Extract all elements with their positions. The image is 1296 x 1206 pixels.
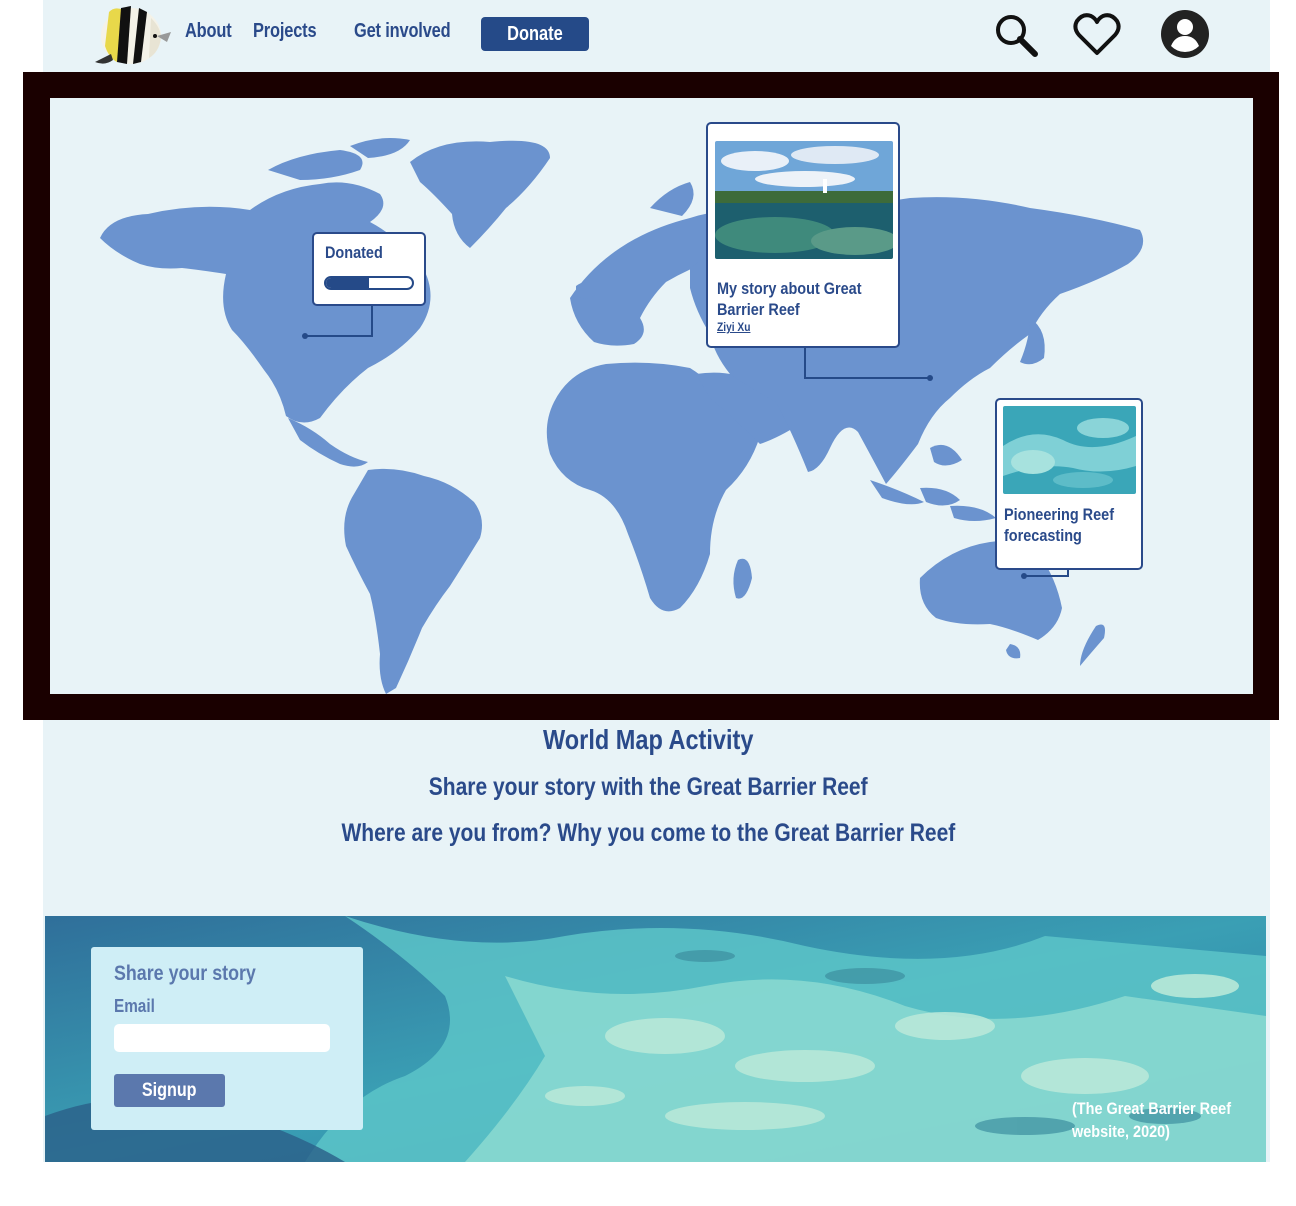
story-author-link[interactable]: Ziyi Xu <box>717 320 750 334</box>
page-title: World Map Activity <box>0 724 1296 756</box>
signup-button-label: Signup <box>142 1079 197 1101</box>
image-credit: (The Great Barrier Reef website, 2020) <box>1072 1099 1232 1141</box>
story-popup[interactable]: My story about Great Barrier Reef Ziyi X… <box>706 122 900 348</box>
account-icon[interactable] <box>1159 8 1211 60</box>
page-question-text: Where are you from? Why you come to the … <box>341 819 955 847</box>
donation-progress-bar <box>324 276 414 290</box>
form-title: Share your story <box>114 962 256 985</box>
forecast-popup-title: Pioneering Reef forecasting <box>1004 505 1115 545</box>
page-question: Where are you from? Why you come to the … <box>0 819 1296 848</box>
email-field[interactable] <box>114 1024 330 1052</box>
signup-button[interactable]: Signup <box>114 1074 225 1107</box>
world-map-landmasses <box>100 138 1144 694</box>
heart-icon[interactable] <box>1071 8 1123 60</box>
share-story-form: Share your story Email Signup <box>91 947 363 1130</box>
world-map[interactable]: Donated My story about Great Barrier Ree… <box>50 98 1253 694</box>
nav-get-involved-link[interactable]: Get involved <box>354 20 451 43</box>
nav-about-link[interactable]: About <box>185 20 232 43</box>
nav-projects-link[interactable]: Projects <box>253 20 317 43</box>
donated-popup-title: Donated <box>325 243 383 262</box>
reef-aerial-photo <box>1003 406 1136 494</box>
donate-button-label: Donate <box>507 22 563 45</box>
angelfish-logo[interactable] <box>91 2 173 66</box>
story-popup-title: My story about Great Barrier Reef <box>717 279 862 319</box>
reef-island-photo <box>715 141 893 259</box>
donation-progress-fill <box>326 278 369 288</box>
top-navigation: About Projects Get involved Donate <box>43 0 1270 72</box>
forecast-popup[interactable]: Pioneering Reef forecasting <box>995 398 1143 570</box>
page-title-text: World Map Activity <box>542 724 754 755</box>
page-subtitle: Share your story with the Great Barrier … <box>0 773 1296 802</box>
donate-button[interactable]: Donate <box>481 17 589 51</box>
search-icon[interactable] <box>989 8 1041 60</box>
donated-popup[interactable]: Donated <box>312 232 426 306</box>
page-subtitle-text: Share your story with the Great Barrier … <box>428 773 868 801</box>
email-label: Email <box>114 996 155 1016</box>
